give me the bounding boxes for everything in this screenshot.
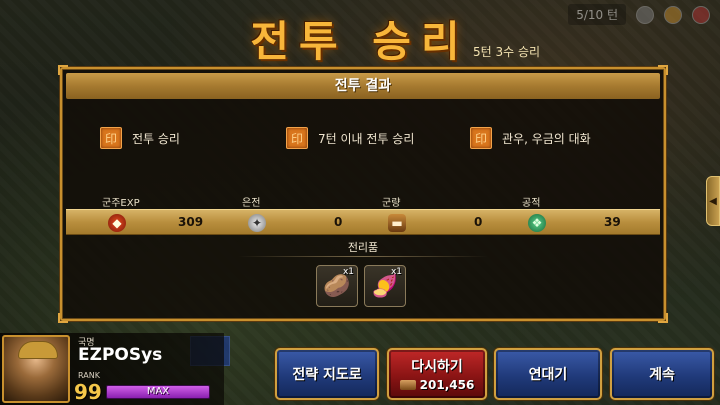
continue-button[interactable]: 계속: [610, 348, 714, 400]
reward-value-merit: 39: [604, 215, 621, 229]
seal-icon: 印: [100, 127, 122, 149]
condition-label: 관우, 우금의 대화: [502, 131, 591, 146]
retry-button[interactable]: 다시하기 201,456: [387, 348, 487, 400]
chronicle-button[interactable]: 연대기: [494, 348, 602, 400]
reward-value-food: 0: [474, 215, 483, 229]
condition-item: 印 전투 승리: [100, 127, 180, 149]
rank-label: RANK: [78, 371, 100, 380]
loot-count: x1: [390, 267, 402, 277]
seal-icon: 印: [286, 127, 308, 149]
reward-bar: ◆ 309 ✦ 0 ▬ 0 ❖ 39: [66, 209, 660, 235]
food-icon: [399, 380, 416, 390]
player-card: 국명 EZPOSys RANK 99 MAX: [0, 333, 224, 405]
loot-count: x1: [342, 267, 354, 277]
condition-item: 印 7턴 이내 전투 승리: [286, 127, 414, 149]
loot-item[interactable]: 🥔 x1: [316, 265, 358, 307]
panel-header: 전투 결과: [66, 73, 660, 99]
victory-title: 전투 승리: [250, 17, 470, 66]
loot-item[interactable]: 🍠 x1: [364, 265, 406, 307]
retry-cost-value: 201,456: [419, 378, 475, 392]
strategy-map-button[interactable]: 전략 지도로: [275, 348, 379, 400]
seal-icon: 印: [470, 127, 492, 149]
condition-label: 전투 승리: [132, 131, 180, 146]
food-icon: ▬: [388, 214, 406, 232]
rank-value: 99: [74, 380, 102, 404]
panel-corner-ornament: [658, 313, 668, 323]
reward-label-exp: 군주EXP: [102, 198, 140, 209]
exp-icon: ◆: [108, 214, 126, 232]
merit-icon: ❖: [528, 214, 546, 232]
battle-result-panel: 전투 결과 印 전투 승리 印 7턴 이내 전투 승리 印 관우, 우금의 대화…: [58, 65, 668, 323]
chronicle-label: 연대기: [528, 367, 568, 383]
retry-label: 다시하기: [411, 359, 463, 375]
helmet-icon: [18, 341, 58, 359]
loot-label: 전리품: [347, 241, 379, 254]
sweet-potato-icon: 🍠: [371, 273, 399, 299]
reward-label-food: 군량: [382, 198, 401, 209]
player-name: EZPOSys: [78, 345, 163, 365]
panel-corner-ornament: [58, 313, 68, 323]
exp-bar: MAX: [106, 385, 210, 399]
silver-coin-icon: ✦: [248, 214, 266, 232]
reward-value-exp: 309: [178, 215, 204, 229]
loot-divider: [238, 256, 488, 257]
potato-sack-icon: 🥔: [323, 273, 351, 299]
chevron-left-icon: ◀: [709, 195, 717, 207]
condition-item: 印 관우, 우금의 대화: [470, 127, 591, 149]
reward-label-merit: 공적: [522, 198, 541, 209]
reward-value-silver: 0: [334, 215, 343, 229]
victory-subtitle: 5턴 3수 승리: [473, 45, 541, 59]
reward-label-silver: 은전: [242, 198, 261, 209]
retry-cost: 201,456: [399, 378, 475, 392]
side-expand-tab[interactable]: ◀: [706, 176, 720, 226]
condition-label: 7턴 이내 전투 승리: [318, 131, 415, 146]
player-portrait[interactable]: [2, 335, 70, 403]
strategy-map-label: 전략 지도로: [292, 367, 362, 383]
continue-label: 계속: [649, 367, 675, 383]
